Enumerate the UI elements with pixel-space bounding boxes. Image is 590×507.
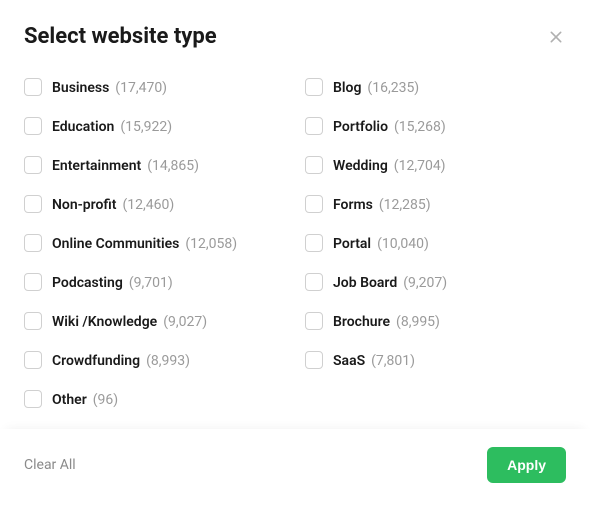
- options-grid: Business (17,470) Blog (16,235) Education (…: [24, 77, 566, 408]
- option-count: (12,285): [379, 197, 431, 213]
- apply-button[interactable]: Apply: [487, 447, 566, 483]
- option-text: Portfolio (15,268): [333, 116, 446, 135]
- option-count: (8,993): [146, 353, 190, 369]
- option-brochure[interactable]: Brochure (8,995): [305, 311, 566, 330]
- option-text: Non-profit (12,460): [52, 194, 174, 213]
- option-count: (15,268): [394, 119, 446, 135]
- checkbox[interactable]: [305, 351, 323, 369]
- option-count: (9,701): [129, 275, 173, 291]
- option-count: (9,207): [403, 275, 447, 291]
- option-podcasting[interactable]: Podcasting (9,701): [24, 272, 285, 291]
- option-text: SaaS (7,801): [333, 350, 415, 369]
- option-label: Online Communities: [52, 236, 179, 252]
- option-online-communities[interactable]: Online Communities (12,058): [24, 233, 285, 252]
- checkbox[interactable]: [24, 273, 42, 291]
- option-label: Job Board: [333, 275, 397, 291]
- modal-title: Select website type: [24, 24, 217, 49]
- close-icon: [548, 29, 564, 45]
- option-text: Other (96): [52, 389, 118, 408]
- option-count: (12,058): [185, 236, 237, 252]
- option-count: (9,027): [163, 314, 207, 330]
- checkbox[interactable]: [305, 156, 323, 174]
- option-text: Wiki /Knowledge (9,027): [52, 311, 207, 330]
- checkbox[interactable]: [305, 312, 323, 330]
- option-text: Business (17,470): [52, 77, 167, 96]
- option-label: Entertainment: [52, 158, 141, 174]
- option-entertainment[interactable]: Entertainment (14,865): [24, 155, 285, 174]
- option-label: Podcasting: [52, 275, 123, 291]
- option-label: Business: [52, 80, 109, 96]
- checkbox[interactable]: [24, 351, 42, 369]
- option-label: Brochure: [333, 314, 390, 330]
- modal-header: Select website type: [24, 24, 566, 49]
- option-label: Wiki /Knowledge: [52, 314, 157, 330]
- checkbox[interactable]: [24, 312, 42, 330]
- option-count: (16,235): [367, 80, 419, 96]
- option-text: Forms (12,285): [333, 194, 431, 213]
- option-non-profit[interactable]: Non-profit (12,460): [24, 194, 285, 213]
- option-text: Entertainment (14,865): [52, 155, 199, 174]
- option-label: Portfolio: [333, 119, 388, 135]
- option-text: Education (15,922): [52, 116, 172, 135]
- option-label: Portal: [333, 236, 371, 252]
- option-label: Other: [52, 392, 87, 408]
- checkbox[interactable]: [24, 195, 42, 213]
- option-other[interactable]: Other (96): [24, 389, 285, 408]
- option-label: Non-profit: [52, 197, 117, 213]
- option-count: (15,922): [120, 119, 172, 135]
- option-label: SaaS: [333, 353, 365, 369]
- option-count: (12,704): [394, 158, 446, 174]
- option-crowdfunding[interactable]: Crowdfunding (8,993): [24, 350, 285, 369]
- option-forms[interactable]: Forms (12,285): [305, 194, 566, 213]
- option-blog[interactable]: Blog (16,235): [305, 77, 566, 96]
- option-portfolio[interactable]: Portfolio (15,268): [305, 116, 566, 135]
- option-text: Online Communities (12,058): [52, 233, 237, 252]
- modal-footer: Clear All Apply: [0, 429, 590, 507]
- option-count: (17,470): [115, 80, 167, 96]
- option-job-board[interactable]: Job Board (9,207): [305, 272, 566, 291]
- option-count: (8,995): [396, 314, 440, 330]
- option-label: Wedding: [333, 158, 388, 174]
- close-button[interactable]: [546, 27, 566, 47]
- checkbox[interactable]: [305, 273, 323, 291]
- option-count: (12,460): [123, 197, 175, 213]
- option-wiki-knowledge[interactable]: Wiki /Knowledge (9,027): [24, 311, 285, 330]
- checkbox[interactable]: [24, 390, 42, 408]
- checkbox[interactable]: [24, 234, 42, 252]
- option-label: Education: [52, 119, 114, 135]
- option-count: (10,040): [377, 236, 429, 252]
- option-count: (7,801): [371, 353, 415, 369]
- option-text: Blog (16,235): [333, 77, 419, 96]
- select-website-type-modal: Select website type Business (17,470) Blo…: [0, 0, 590, 408]
- checkbox[interactable]: [305, 195, 323, 213]
- option-business[interactable]: Business (17,470): [24, 77, 285, 96]
- checkbox[interactable]: [24, 78, 42, 96]
- checkbox[interactable]: [24, 156, 42, 174]
- checkbox[interactable]: [305, 78, 323, 96]
- option-text: Wedding (12,704): [333, 155, 446, 174]
- option-text: Brochure (8,995): [333, 311, 440, 330]
- option-count: (14,865): [147, 158, 199, 174]
- option-text: Podcasting (9,701): [52, 272, 173, 291]
- option-text: Portal (10,040): [333, 233, 429, 252]
- clear-all-button[interactable]: Clear All: [24, 457, 76, 473]
- checkbox[interactable]: [305, 117, 323, 135]
- option-portal[interactable]: Portal (10,040): [305, 233, 566, 252]
- option-count: (96): [93, 392, 118, 408]
- option-text: Crowdfunding (8,993): [52, 350, 190, 369]
- option-label: Forms: [333, 197, 373, 213]
- checkbox[interactable]: [24, 117, 42, 135]
- option-saas[interactable]: SaaS (7,801): [305, 350, 566, 369]
- option-education[interactable]: Education (15,922): [24, 116, 285, 135]
- option-label: Blog: [333, 80, 361, 96]
- option-label: Crowdfunding: [52, 353, 140, 369]
- checkbox[interactable]: [305, 234, 323, 252]
- option-wedding[interactable]: Wedding (12,704): [305, 155, 566, 174]
- option-text: Job Board (9,207): [333, 272, 447, 291]
